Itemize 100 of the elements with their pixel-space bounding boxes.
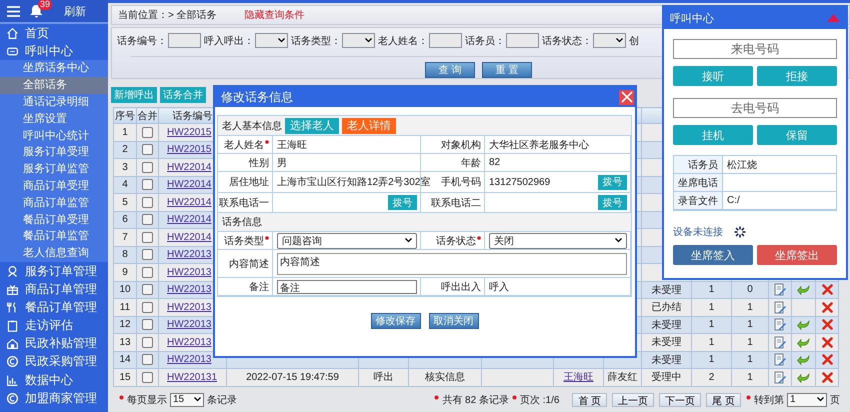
checkbox[interactable] <box>142 284 153 296</box>
page-button[interactable]: 尾 页 <box>706 392 741 406</box>
sidebar-item[interactable]: 商品订单管理 <box>0 280 108 298</box>
textarea-field[interactable]: 内容简述 <box>277 252 627 274</box>
dial-button[interactable]: 拨号 <box>598 195 627 210</box>
sidebar-item[interactable]: 服务订单管理 <box>0 262 108 280</box>
checkbox[interactable] <box>142 126 153 138</box>
return-arrow-icon[interactable] <box>797 372 810 383</box>
filter-input[interactable] <box>168 33 201 48</box>
checkbox[interactable] <box>142 162 153 173</box>
select-elder-button[interactable]: 选择老人 <box>285 118 339 134</box>
page-button[interactable]: 首 页 <box>572 392 608 406</box>
checkbox[interactable] <box>142 196 153 208</box>
edit-icon[interactable] <box>774 318 786 332</box>
input-field[interactable]: 备注 <box>277 280 417 294</box>
page-button[interactable]: 上一页 <box>612 392 654 406</box>
device-status-link[interactable]: 设备未连接 <box>673 225 723 239</box>
sidebar-item[interactable]: 加盟商家管理 <box>0 389 108 408</box>
select-field[interactable]: 关闭 <box>489 232 627 248</box>
sidebar-subitem[interactable]: 坐席设置 <box>0 110 108 128</box>
field-value: 男 <box>277 156 288 170</box>
delete-icon[interactable] <box>822 284 832 296</box>
sidebar-item[interactable]: 呼叫中心 <box>0 42 108 60</box>
edit-icon[interactable] <box>774 283 786 296</box>
sign-out-button[interactable]: 坐席签出 <box>757 245 837 265</box>
select-field[interactable]: 问题咨询 <box>277 232 417 248</box>
sidebar-item[interactable]: 餐品订单管理 <box>0 298 108 316</box>
sidebar-subitem[interactable]: 餐品订单受理 <box>0 212 108 228</box>
filter-select[interactable] <box>342 33 375 48</box>
menu-icon[interactable] <box>7 6 20 16</box>
hold-button[interactable]: 保留 <box>757 125 837 145</box>
filter-input[interactable] <box>506 33 539 48</box>
column-header: 序号 <box>114 108 136 124</box>
hang-up-button[interactable]: 挂机 <box>673 125 753 145</box>
answer-button[interactable]: 接听 <box>673 66 753 86</box>
incoming-number-field[interactable]: 来电号码 <box>673 39 837 59</box>
delete-icon[interactable] <box>822 336 832 348</box>
page-size-select[interactable]: 15 <box>170 392 204 406</box>
sidebar-subitem[interactable]: 餐品订单监管 <box>0 228 108 246</box>
dial-button[interactable]: 拨号 <box>388 195 417 210</box>
checkbox[interactable] <box>142 232 153 243</box>
records-label: 条记录 <box>207 394 237 406</box>
refresh-link[interactable]: 刷新 <box>64 4 86 18</box>
page-info: 页次 :1/6 <box>520 394 560 406</box>
goto-page-select[interactable]: 1 <box>787 392 827 406</box>
checkbox[interactable] <box>142 372 153 383</box>
checkbox[interactable] <box>142 249 153 260</box>
checkbox[interactable] <box>142 336 153 348</box>
sidebar-subitem[interactable]: 通话记录明细 <box>0 94 108 111</box>
sidebar-subitem[interactable]: 呼叫中心统计 <box>0 128 108 144</box>
delete-icon[interactable] <box>822 302 832 313</box>
sidebar-subitem[interactable]: 老人信息查询 <box>0 245 108 262</box>
sidebar-item[interactable]: 走访评估 <box>0 316 108 335</box>
return-arrow-icon[interactable] <box>797 354 810 366</box>
sidebar-subitem[interactable]: 全部话务 <box>0 77 108 94</box>
sidebar-subitem[interactable]: 坐席话务中心 <box>0 60 108 78</box>
checkbox[interactable] <box>142 144 153 156</box>
page-button[interactable]: 下一页 <box>659 392 702 406</box>
delete-icon[interactable] <box>822 319 832 330</box>
save-button[interactable]: 修改保存 <box>370 313 420 329</box>
sidebar-item[interactable]: 民政采购管理 <box>0 352 108 372</box>
search-button[interactable]: 查 询 <box>425 62 475 78</box>
reject-button[interactable]: 拒接 <box>757 66 837 86</box>
toolbar-button[interactable]: 新增呼出 <box>111 87 157 103</box>
toolbar-button[interactable]: 话务合并 <box>160 87 206 103</box>
filter-select[interactable] <box>593 33 626 48</box>
filter-input[interactable] <box>429 33 462 48</box>
edit-icon[interactable] <box>774 370 786 384</box>
checkbox[interactable] <box>142 214 153 226</box>
edit-icon[interactable] <box>774 300 786 314</box>
cancel-button[interactable]: 取消关闭 <box>428 313 478 329</box>
filter-select[interactable] <box>255 33 288 48</box>
outgoing-number-field[interactable]: 去电号码 <box>673 98 837 118</box>
sidebar-subitem[interactable]: 商品订单受理 <box>0 178 108 195</box>
sidebar-subitem[interactable]: 商品订单监管 <box>0 194 108 212</box>
return-arrow-icon[interactable] <box>797 336 810 348</box>
checkbox[interactable] <box>142 354 153 366</box>
reset-button[interactable]: 重 置 <box>482 62 532 78</box>
sidebar-item[interactable]: 民政补贴管理 <box>0 334 108 353</box>
elder-detail-button[interactable]: 老人详情 <box>342 118 396 134</box>
field-label: 呼出出入 <box>441 280 481 294</box>
return-arrow-icon[interactable] <box>797 284 810 296</box>
close-button[interactable] <box>619 90 634 104</box>
delete-icon[interactable] <box>822 354 832 366</box>
sidebar-item[interactable]: 首页 <box>0 24 108 42</box>
checkbox[interactable] <box>142 266 153 278</box>
checkbox[interactable] <box>142 319 153 330</box>
sign-in-button[interactable]: 坐席签入 <box>673 245 753 265</box>
return-arrow-icon[interactable] <box>797 319 810 330</box>
sidebar-item[interactable]: 数据中心 <box>0 371 108 390</box>
hide-filters-link[interactable]: 隐藏查询条件 <box>244 8 305 22</box>
delete-icon[interactable] <box>822 372 832 383</box>
edit-icon[interactable] <box>774 353 786 366</box>
sidebar-subitem[interactable]: 服务订单监管 <box>0 161 108 178</box>
checkbox[interactable] <box>142 302 153 313</box>
sidebar-subitem[interactable]: 服务订单受理 <box>0 144 108 162</box>
checkbox[interactable] <box>142 179 153 190</box>
clipboard-icon <box>6 319 19 332</box>
dial-button[interactable]: 拨号 <box>598 174 627 190</box>
edit-icon[interactable] <box>774 336 786 349</box>
